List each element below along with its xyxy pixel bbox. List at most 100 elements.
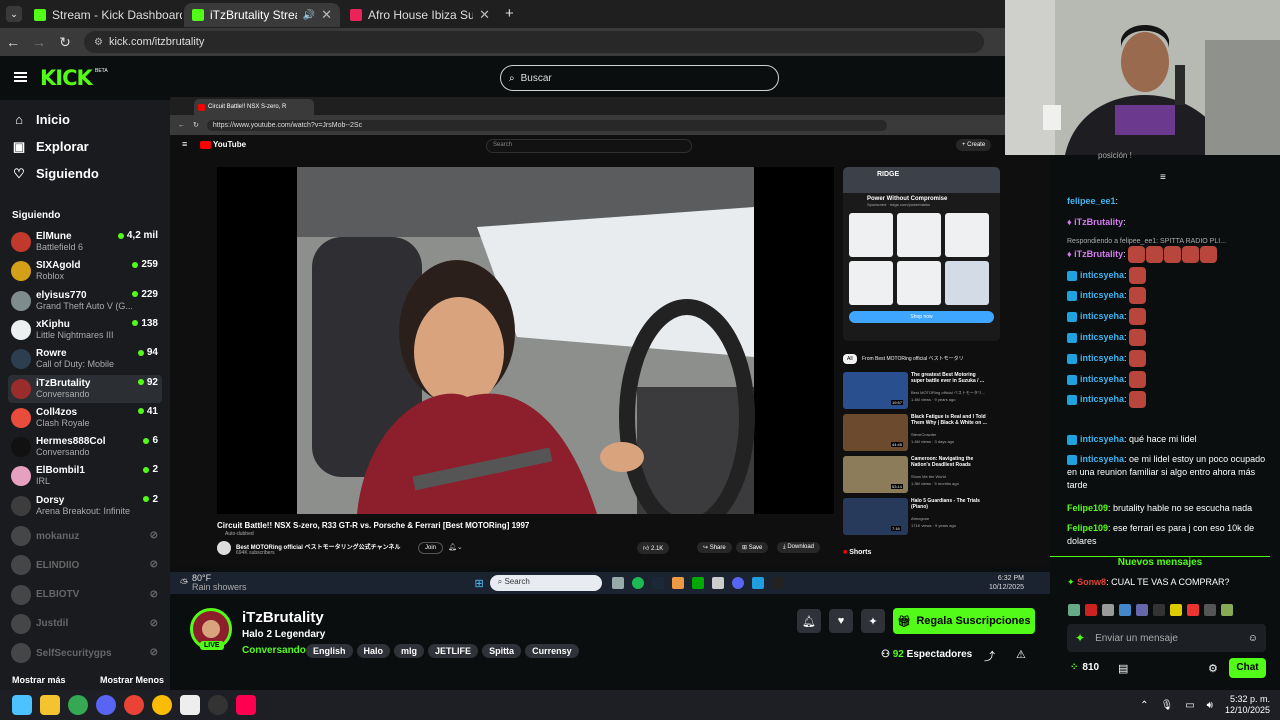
mic-icon[interactable]: 🎙︎ (1160, 700, 1173, 711)
chat-message[interactable]: inticsyeha: qué hace mi lidel (1067, 433, 1277, 446)
stream-tag[interactable]: Halo (356, 644, 391, 658)
stream-tag[interactable]: English (306, 644, 353, 658)
chat-message[interactable]: Felipe109: ese ferrari es para j con eso… (1067, 522, 1277, 548)
kick-logo[interactable]: KICK (40, 66, 93, 90)
tiktok-icon[interactable] (236, 695, 256, 715)
chat-username[interactable]: inticsyeha (1080, 270, 1124, 280)
stream-tag[interactable]: Spitta (482, 644, 522, 658)
search-input[interactable]: ⌕ Buscar (500, 65, 779, 91)
gift-subscriptions-button[interactable]: 🎁︎ Regala Suscripciones (893, 608, 1035, 634)
chat-message[interactable]: inticsyeha: (1067, 308, 1277, 325)
chat-message[interactable]: inticsyeha: (1067, 287, 1277, 304)
chat-input[interactable]: ✦ Enviar un mensaje ☺ (1067, 624, 1266, 652)
forward-icon[interactable]: → (26, 34, 52, 50)
following-item[interactable]: Dorsy Arena Breakout: Infinite 2 (8, 492, 162, 520)
following-item[interactable]: ElBombil1 IRL 2 (8, 462, 162, 490)
chat-message[interactable]: inticsyeha: (1067, 391, 1277, 408)
site-info-icon[interactable]: ⚙ (94, 37, 103, 48)
streamer-name[interactable]: iTzBrutality (242, 609, 324, 626)
stream-tag[interactable]: Currensy (525, 644, 579, 658)
stream-player[interactable]: Circuit Battle!! NSX S-zero, R ← ↻ https:… (170, 97, 1050, 567)
notification-bell-button[interactable]: 🔔︎ (797, 609, 821, 633)
chat-username[interactable]: inticsyeha (1080, 353, 1124, 363)
chrome-icon[interactable] (68, 695, 88, 715)
chat-message[interactable]: inticsyeha: oe mi lidel estoy un poco oc… (1067, 453, 1277, 492)
show-less-link[interactable]: Mostrar Menos (100, 675, 164, 685)
window-icon[interactable] (180, 695, 200, 715)
close-tab-icon[interactable]: ✕ (479, 7, 490, 23)
nav-siguiendo[interactable]: ♡ Siguiendo (0, 160, 170, 187)
menu-icon[interactable] (14, 72, 27, 82)
chat-message[interactable]: ♦ iTzBrutality: (1067, 246, 1277, 263)
inner-tab[interactable]: Circuit Battle!! NSX S-zero, R (194, 99, 314, 115)
new-messages-banner[interactable]: Nuevos mensajes (1050, 556, 1270, 570)
share-icon[interactable]: ⤴ (984, 648, 995, 664)
following-item[interactable]: Coll4zos Clash Royale 41 (8, 404, 162, 432)
chat-username[interactable]: inticsyeha (1080, 332, 1124, 342)
following-item[interactable]: elyisus770 Grand Theft Auto V (G... 229 (8, 287, 162, 315)
chat-username[interactable]: inticsyeha (1080, 290, 1124, 300)
stream-tag[interactable]: mlg (394, 644, 425, 658)
following-item-offline[interactable]: mokanuz ⊘ (8, 522, 162, 550)
chat-message[interactable]: ♦ iTzBrutality: (1067, 216, 1277, 229)
address-bar[interactable]: ⚙ kick.com/itzbrutality (84, 31, 984, 53)
emoji-icon[interactable]: ☺ (1248, 633, 1258, 644)
following-item-offline[interactable]: Justdil ⊘ (8, 610, 162, 638)
chat-message[interactable]: felipee_ee1: (1067, 195, 1277, 208)
chat-username[interactable]: inticsyeha (1080, 374, 1124, 384)
following-item[interactable]: xKiphu Little Nightmares III 138 (8, 316, 162, 344)
store-icon[interactable]: ▤ (1118, 662, 1128, 675)
chat-username[interactable]: iTzBrutality (1074, 249, 1123, 259)
reload-icon[interactable]: ↻ (52, 34, 78, 51)
volume-icon[interactable]: 🔊︎ (1207, 700, 1213, 711)
chat-message[interactable]: inticsyeha: (1067, 371, 1277, 388)
report-icon[interactable]: ⚠ (1016, 648, 1026, 661)
follow-heart-button[interactable]: ♥ (829, 609, 853, 633)
following-item-offline[interactable]: ELINDIIO ⊘ (8, 551, 162, 579)
tab-list-button[interactable]: ⌄ (6, 6, 22, 22)
points-display[interactable]: ⁘ 810 (1070, 662, 1099, 673)
sparkle-button[interactable]: ✦ (861, 609, 885, 633)
nav-explorar[interactable]: ▣ Explorar (0, 133, 170, 160)
nav-inicio[interactable]: ⌂ Inicio (0, 106, 170, 133)
stream-tag[interactable]: JETLIFE (428, 644, 479, 658)
chat-username[interactable]: felipee_ee1 (1067, 196, 1116, 206)
chat-settings-icon[interactable]: ⚙ (1208, 662, 1218, 675)
chat-username[interactable]: inticsyeha (1080, 454, 1124, 464)
sparkle-icon[interactable]: ✦ (1075, 631, 1085, 645)
following-item[interactable]: SIXAgold Roblox 259 (8, 257, 162, 285)
chat-username[interactable]: inticsyeha (1080, 311, 1124, 321)
browser-tab-afro-house[interactable]: Afro House Ibiza Summer 2025 ✕ (342, 3, 498, 27)
chevron-up-icon[interactable]: ⌃ (1140, 700, 1148, 711)
close-tab-icon[interactable]: ✕ (321, 7, 332, 23)
discord-icon[interactable] (96, 695, 116, 715)
browser-tab-itzbrutality[interactable]: iTzBrutality Stream - Watch 🔊 ✕ (184, 3, 340, 27)
obs-icon[interactable] (208, 695, 228, 715)
speaker-icon[interactable]: 🔊 (303, 10, 315, 21)
chat-message[interactable]: inticsyeha: (1067, 267, 1277, 284)
clock-time[interactable]: 5:32 p. m. (1225, 694, 1270, 705)
chat-username[interactable]: inticsyeha (1080, 394, 1124, 404)
chat-username[interactable]: Felipe109 (1067, 503, 1108, 513)
following-item[interactable]: Rowre Call of Duty: Mobile 94 (8, 345, 162, 373)
chat-username[interactable]: iTzBrutality (1074, 217, 1123, 227)
file-explorer-icon[interactable] (40, 695, 60, 715)
windows-start-icon[interactable] (12, 695, 32, 715)
browser-tab-kick-dashboard[interactable]: Stream - Kick Dashboard ✕ (26, 3, 182, 27)
following-item[interactable]: ElMune Battlefield 6 4,2 mil (8, 228, 162, 256)
new-tab-button[interactable]: + (505, 5, 514, 22)
chrome-icon[interactable] (152, 695, 172, 715)
following-item[interactable]: Hermes888Col Conversando 6 (8, 433, 162, 461)
chat-username[interactable]: Felipe109 (1067, 523, 1108, 533)
clock-date[interactable]: 12/10/2025 (1225, 705, 1270, 716)
stream-category[interactable]: Conversando (242, 645, 306, 656)
chat-message[interactable]: inticsyeha: (1067, 350, 1277, 367)
scroll-pause-icon[interactable]: ≡ (1160, 172, 1166, 183)
chat-username[interactable]: inticsyeha (1080, 434, 1124, 444)
send-chat-button[interactable]: Chat (1229, 658, 1266, 678)
chrome-icon[interactable] (124, 695, 144, 715)
following-item-offline[interactable]: ELBIOTV ⊘ (8, 581, 162, 609)
back-icon[interactable]: ← (0, 34, 26, 50)
following-item-offline[interactable]: SelfSecuritygps ⊘ (8, 639, 162, 667)
network-icon[interactable]: ▭ (1185, 700, 1194, 711)
